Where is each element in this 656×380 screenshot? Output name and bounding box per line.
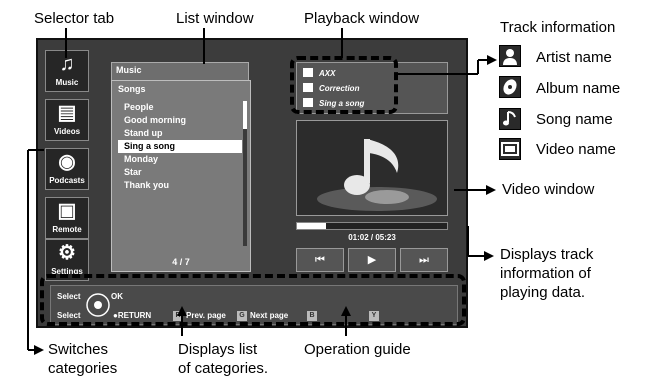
video-window	[296, 120, 448, 216]
skip-forward-icon: ⏭	[419, 254, 429, 266]
tab-label: Podcasts	[49, 176, 85, 185]
tab-podcasts[interactable]: ◉ Podcasts	[45, 148, 89, 190]
list-window: Songs People Good morning Stand up Sing a s…	[111, 80, 251, 272]
person-icon	[499, 45, 521, 67]
list-item[interactable]: Sing a song	[118, 140, 242, 153]
film-icon	[499, 138, 521, 160]
page-indicator: 4 / 7	[172, 257, 190, 267]
music-note-icon	[499, 108, 521, 130]
previous-button[interactable]: ⏮	[296, 248, 344, 272]
music-note-artwork	[317, 139, 437, 211]
disc-icon	[499, 76, 521, 98]
list-item[interactable]: Star	[118, 166, 242, 179]
music-panel-title: Music	[111, 62, 249, 82]
callout-playback-window: Playback window	[304, 10, 420, 27]
callout-switches-2: categories	[48, 360, 118, 377]
callout-list-window: List window	[176, 10, 254, 27]
callout-operation-guide: Operation guide	[304, 341, 411, 358]
play-icon: ▶	[367, 254, 377, 266]
playback-time: 01:02 / 05:23	[348, 233, 396, 242]
callout-switches-1: Switches	[48, 341, 109, 358]
guide-highlight	[40, 274, 466, 326]
list-item[interactable]: Thank you	[118, 179, 242, 192]
tab-videos[interactable]: ▤ Videos	[45, 99, 89, 141]
film-icon: ▤	[57, 102, 77, 124]
legend-video-label: Video name	[536, 141, 616, 158]
settings-icon: ⚙	[58, 242, 76, 264]
callout-displays-track-1: Displays track	[500, 246, 594, 263]
scrollbar-thumb[interactable]	[243, 101, 247, 129]
callout-displays-track-3: playing data.	[500, 284, 586, 301]
list-scrollbar[interactable]	[243, 101, 247, 246]
skip-back-icon: ⏮	[315, 254, 325, 266]
progress-fill	[297, 223, 326, 229]
list-item[interactable]: Monday	[118, 153, 242, 166]
tab-label: Music	[55, 78, 79, 87]
list-item[interactable]: Good morning	[118, 114, 242, 127]
play-button[interactable]: ▶	[348, 248, 396, 272]
legend-artist-label: Artist name	[536, 49, 612, 66]
callout-track-information: Track information	[500, 19, 616, 36]
track-info-highlight	[290, 56, 398, 114]
list-item[interactable]: People	[118, 101, 242, 114]
callout-displays-track-2: information of	[500, 265, 591, 282]
callout-displays-list-1: Displays list	[178, 341, 258, 358]
tab-music[interactable]: ♫ Music	[45, 50, 89, 92]
list-header: Songs	[118, 84, 146, 94]
legend-song-label: Song name	[536, 111, 613, 128]
music-icon: ♫	[59, 53, 75, 75]
tab-label: Videos	[53, 127, 81, 136]
tab-remote[interactable]: ▣ Remote	[45, 197, 89, 239]
next-button[interactable]: ⏭	[400, 248, 448, 272]
remote-icon: ▣	[57, 200, 77, 222]
callout-selector-tab: Selector tab	[34, 10, 115, 27]
song-list: People Good morning Stand up Sing a song Mon…	[118, 101, 242, 192]
legend-album-label: Album name	[536, 80, 621, 97]
tab-label: Remote	[52, 225, 82, 234]
callout-displays-list-2: of categories.	[178, 360, 269, 377]
microphone-icon: ◉	[58, 151, 76, 173]
progress-bar[interactable]	[296, 222, 448, 230]
list-item[interactable]: Stand up	[118, 127, 242, 140]
callout-video-window: Video window	[502, 181, 595, 198]
